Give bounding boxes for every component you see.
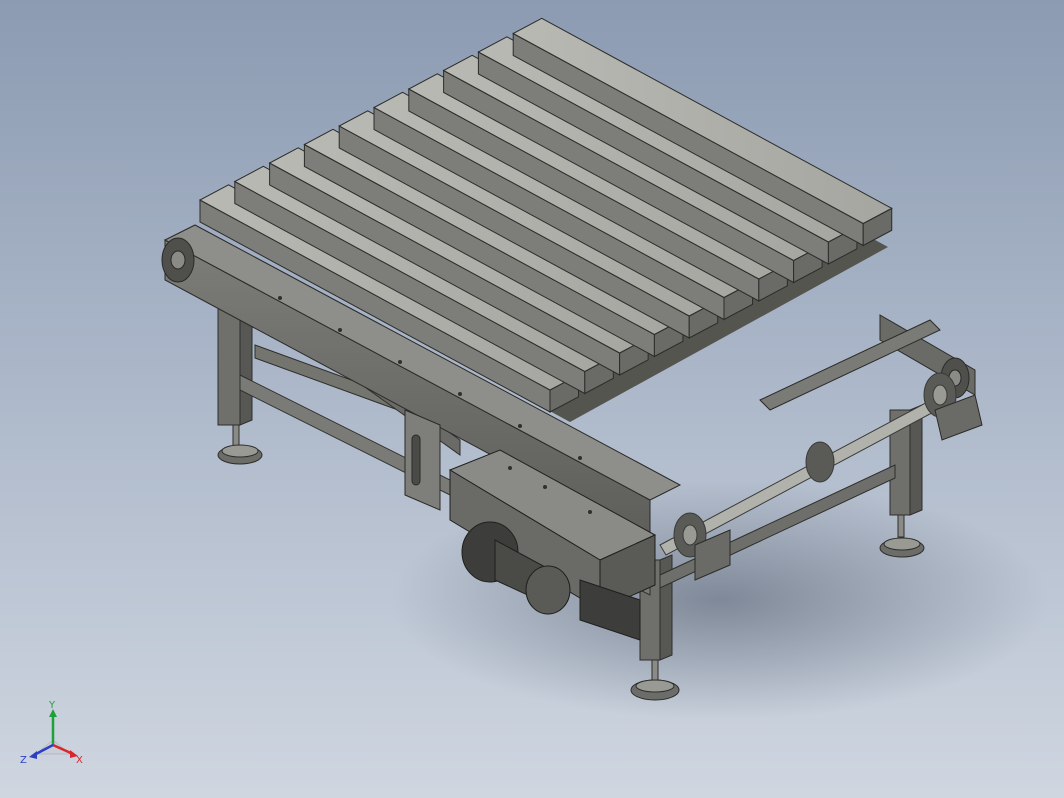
pallet <box>198 17 893 422</box>
graphics-viewport[interactable]: Y X Z <box>0 0 1064 798</box>
coordinate-triad: Y X Z <box>20 700 83 766</box>
triad-z-label: Z <box>20 755 27 766</box>
triad-x-label: X <box>76 755 83 766</box>
triad-z-arrow <box>29 751 37 759</box>
triad-y-label: Y <box>48 700 56 711</box>
chain-tensioner <box>404 409 441 511</box>
conveyor-3d-model[interactable] <box>0 0 1064 798</box>
